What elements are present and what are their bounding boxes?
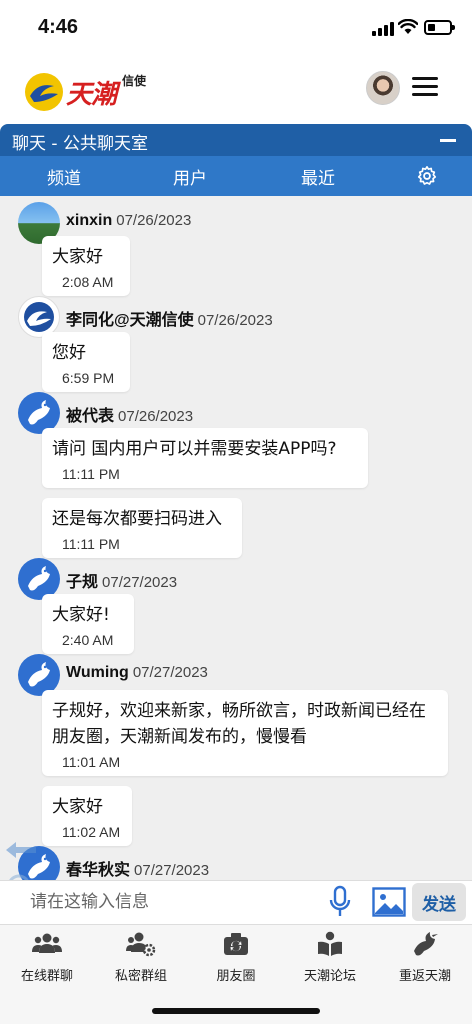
message-date: 07/26/2023 [197, 312, 273, 329]
wifi-icon [398, 19, 418, 34]
message-text: 子规好，欢迎来新家，畅所欲言，时政新闻已经在朋友圈，天潮新闻发布的，慢慢看 [52, 701, 426, 747]
nav-item-forum[interactable]: 天潮论坛 [283, 931, 377, 991]
logo-emblem-icon [24, 302, 54, 332]
gear-icon[interactable] [416, 165, 438, 187]
nav-item-online-chat[interactable]: 在线群聊 [0, 931, 94, 991]
message-time: 2:08 AM [62, 274, 114, 290]
message-date: 07/26/2023 [118, 408, 194, 425]
message-text: 大家好! [52, 605, 110, 625]
message-bubble[interactable]: 您好 6:59 PM [42, 332, 130, 392]
message-bubble[interactable]: 大家好 11:02 AM [42, 786, 132, 846]
message-date: 07/27/2023 [134, 862, 210, 879]
nav-label: 私密群组 [114, 969, 167, 984]
user-group-gear-icon [126, 932, 156, 957]
message-text: 请问 国内用户可以并需要安装APP吗? [52, 439, 337, 459]
minimize-icon[interactable] [440, 139, 456, 142]
message-input-bar: 发送 [0, 880, 472, 924]
signal-icon [372, 22, 396, 36]
chat-panel-title: 聊天 - 公共聊天室 [12, 134, 148, 154]
image-icon[interactable] [372, 887, 406, 917]
message-input[interactable] [8, 883, 326, 921]
battery-level [428, 24, 435, 31]
app-logo[interactable]: 天潮 信使 [24, 66, 164, 114]
logo-subtitle: 信使 [122, 74, 147, 88]
message-bubble[interactable]: 请问 国内用户可以并需要安装APP吗? 11:11 PM [42, 428, 368, 488]
nav-label: 重返天潮 [398, 969, 451, 984]
message-bubble[interactable]: 还是每次都要扫码进入 11:11 PM [42, 498, 242, 558]
message-bubble[interactable]: 大家好! 2:40 AM [42, 594, 134, 654]
message-text: 还是每次都要扫码进入 [52, 509, 222, 529]
tab-recent[interactable]: 最近 [258, 164, 378, 189]
message-time: 6:59 PM [62, 370, 115, 386]
message-author: 被代表 [66, 408, 115, 425]
nav-label: 在线群聊 [20, 969, 73, 984]
message-date: 07/27/2023 [102, 574, 178, 591]
chat-tabs: 频道 用户 最近 [0, 156, 472, 196]
message-author: Wuming [66, 664, 129, 681]
chat-panel-header: 聊天 - 公共聊天室 [0, 124, 472, 156]
logo-emblem-icon [25, 73, 63, 111]
send-button[interactable]: 发送 [412, 883, 466, 921]
message-time: 11:11 PM [62, 536, 120, 552]
dove-icon [414, 932, 438, 956]
message-time: 11:02 AM [62, 824, 121, 840]
message-text: 大家好 [52, 797, 103, 817]
users-icon [32, 933, 62, 953]
message-time: 2:40 AM [62, 632, 114, 648]
camera-icon [224, 933, 248, 955]
message-time: 11:01 AM [62, 754, 121, 770]
status-time: 4:46 [38, 16, 79, 38]
nav-item-private-groups[interactable]: 私密群组 [94, 931, 188, 991]
message-bubble[interactable]: 子规好，欢迎来新家，畅所欲言，时政新闻已经在朋友圈，天潮新闻发布的，慢慢看 11… [42, 690, 448, 776]
message-author: 李同化@天潮信使 [66, 312, 194, 329]
nav-item-moments[interactable]: 朋友圈 [189, 931, 283, 991]
message-date: 07/27/2023 [132, 664, 208, 681]
logo-name: 天潮 [66, 80, 117, 110]
nav-item-return[interactable]: 重返天潮 [378, 931, 472, 991]
nav-label: 朋友圈 [216, 969, 256, 984]
app-header: 天潮 信使 [0, 56, 472, 124]
tab-users[interactable]: 用户 [130, 164, 250, 189]
message-list[interactable]: xinxin 07/26/2023 大家好 2:08 AM 李同化@天潮信使 07/… [0, 196, 472, 880]
user-avatar[interactable] [366, 71, 400, 105]
message-date: 07/26/2023 [116, 212, 192, 229]
message-author: xinxin [66, 212, 113, 229]
message-text: 大家好 [52, 247, 103, 267]
message-author: 子规 [66, 574, 99, 591]
message-text: 您好 [52, 343, 86, 363]
message-bubble[interactable]: 大家好 2:08 AM [42, 236, 130, 296]
status-bar: 4:46 [0, 0, 472, 56]
tab-channels[interactable]: 频道 [4, 164, 124, 189]
nav-label: 天潮论坛 [303, 969, 356, 984]
menu-icon[interactable] [412, 76, 438, 98]
battery-icon [424, 20, 455, 35]
book-reader-icon [318, 931, 342, 956]
message-time: 11:11 PM [62, 466, 120, 482]
home-indicator [152, 1008, 320, 1014]
microphone-icon[interactable] [328, 885, 352, 919]
message-author: 春华秋实 [66, 862, 131, 879]
